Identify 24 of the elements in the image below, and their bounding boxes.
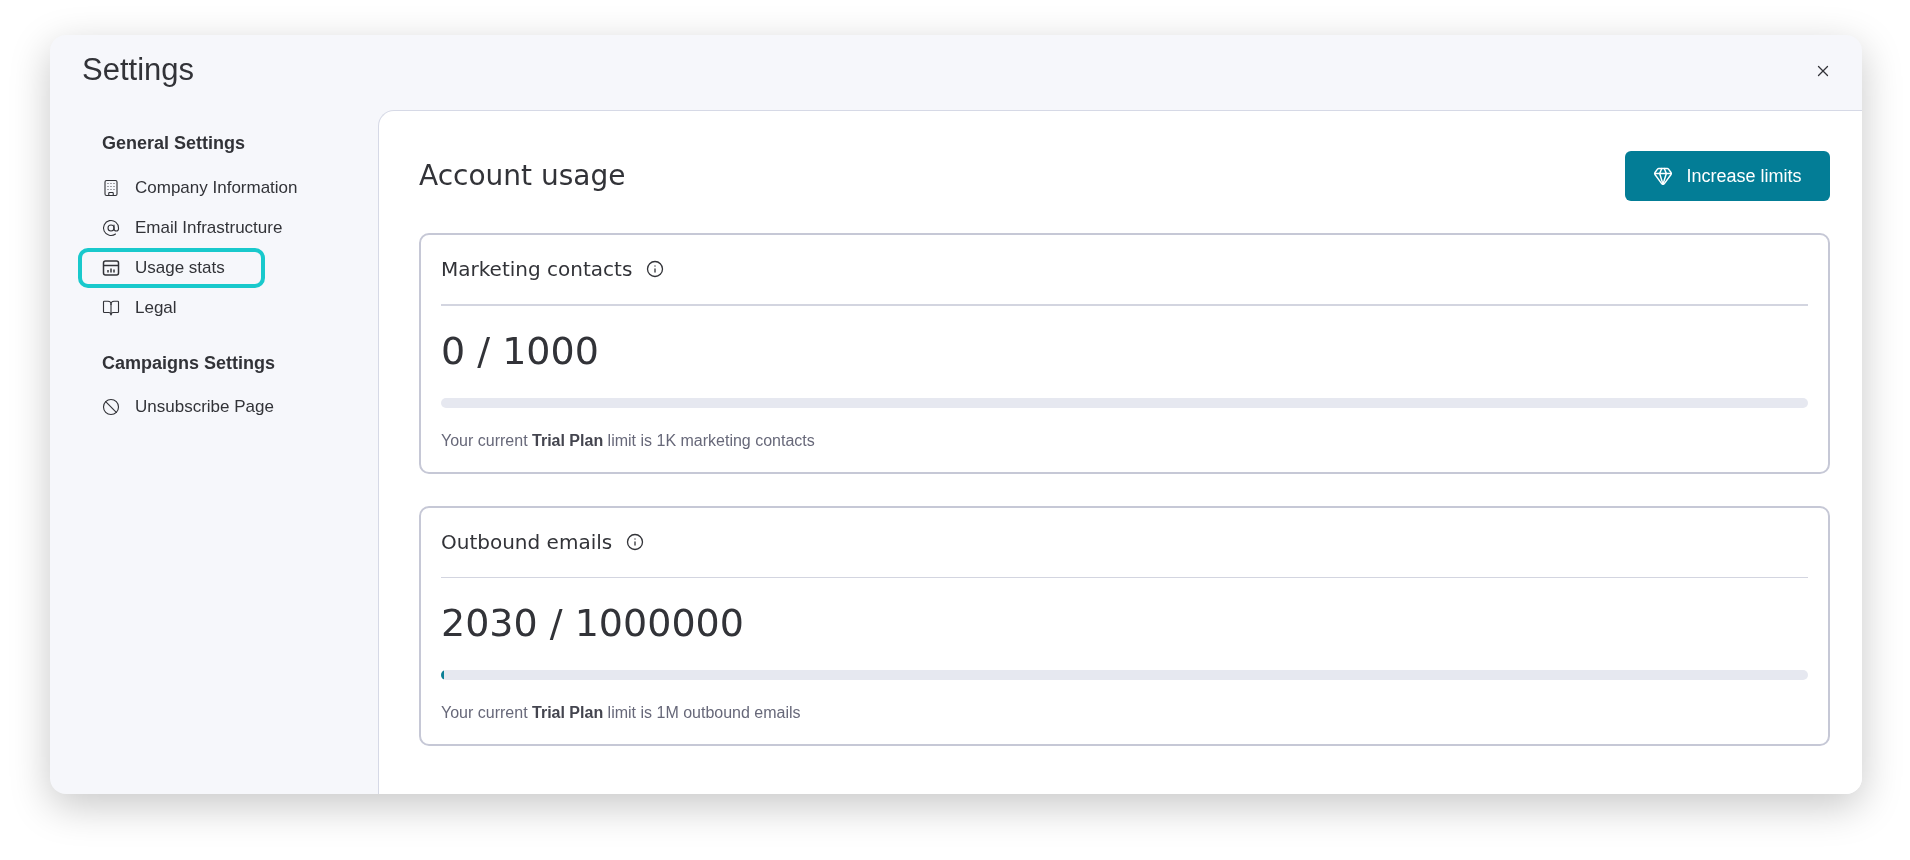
card-title: Outbound emails: [441, 528, 613, 556]
diamond-icon: [1653, 166, 1674, 186]
chart-window-icon: [102, 259, 120, 277]
card-title: Marketing contacts: [441, 256, 633, 283]
at-sign-icon: [102, 219, 120, 237]
limit-caption: Your current Trial Plan limit is 1K marketing contacts: [441, 430, 816, 451]
info-icon[interactable]: [646, 260, 665, 278]
limit-caption: Your current Trial Plan limit is 1M outbound emails: [441, 703, 802, 723]
info-icon[interactable]: [626, 532, 645, 551]
section-heading: General Settings: [102, 132, 246, 155]
open-book-icon: [102, 299, 120, 317]
sidebar-item[interactable]: Unsubscribe Page: [78, 387, 314, 427]
sidebar-item[interactable]: Legal: [78, 288, 217, 328]
prohibited-icon: [102, 398, 120, 416]
usage-count: 0 / 1000: [441, 327, 599, 375]
page-title: Account usage: [419, 158, 626, 194]
sidebar-item[interactable]: Email Infrastructure: [78, 208, 323, 248]
building-icon: [102, 179, 120, 197]
sidebar-item[interactable]: Usage stats: [78, 248, 265, 288]
sidebar-item[interactable]: Company Information: [78, 168, 338, 208]
section-heading: Campaigns Settings: [102, 352, 276, 375]
dialog-title: Settings: [82, 51, 194, 90]
increase-limits-button[interactable]: Increase limits: [1625, 151, 1830, 201]
usage-count: 2030 / 1000000: [441, 600, 744, 647]
